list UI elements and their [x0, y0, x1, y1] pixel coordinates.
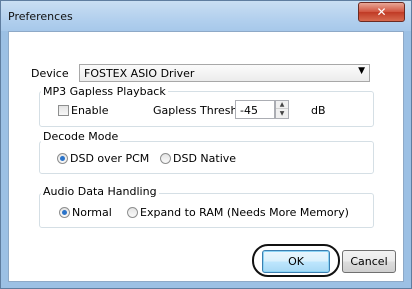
audio-normal-radio[interactable]: [59, 207, 70, 218]
decode-dsd-native-label: DSD Native: [173, 152, 237, 165]
chevron-down-icon: ▼: [358, 66, 365, 76]
gapless-threshold-input[interactable]: -45: [235, 100, 275, 119]
audio-expand-ram-radio[interactable]: [127, 207, 138, 218]
enable-gapless-checkbox[interactable]: [58, 105, 69, 116]
threshold-unit-label: dB: [311, 104, 326, 117]
decode-dsd-over-pcm-label: DSD over PCM: [70, 152, 150, 165]
close-icon: ✕: [376, 5, 387, 19]
cancel-button[interactable]: Cancel: [342, 250, 396, 273]
gapless-threshold-spinner[interactable]: ▲ ▼: [275, 100, 289, 119]
mp3-gapless-title: MP3 Gapless Playback: [41, 85, 168, 98]
window-title: Preferences: [8, 10, 73, 23]
enable-gapless-label: Enable: [71, 104, 109, 117]
decode-dsd-native-radio[interactable]: [160, 153, 171, 164]
audio-expand-ram-label: Expand to RAM (Needs More Memory): [140, 206, 349, 219]
decode-mode-title: Decode Mode: [41, 130, 121, 143]
title-bar[interactable]: Preferences ✕: [1, 1, 411, 31]
dialog-body: Device FOSTEX ASIO Driver ▼ MP3 Gapless …: [8, 31, 404, 282]
gapless-threshold-value: -45: [240, 104, 258, 117]
device-select-value: FOSTEX ASIO Driver: [84, 67, 195, 80]
audio-data-title: Audio Data Handling: [41, 185, 159, 198]
device-label: Device: [31, 67, 69, 80]
device-select[interactable]: FOSTEX ASIO Driver ▼: [79, 64, 370, 82]
audio-normal-label: Normal: [72, 206, 112, 219]
spin-down-icon[interactable]: ▼: [276, 110, 288, 118]
decode-dsd-over-pcm-radio[interactable]: [57, 153, 68, 164]
close-button[interactable]: ✕: [358, 2, 405, 22]
preferences-dialog: Preferences ✕ Device FOSTEX ASIO Driver …: [0, 0, 412, 289]
ok-button-highlight: [252, 244, 340, 277]
spin-up-icon[interactable]: ▲: [276, 101, 288, 109]
